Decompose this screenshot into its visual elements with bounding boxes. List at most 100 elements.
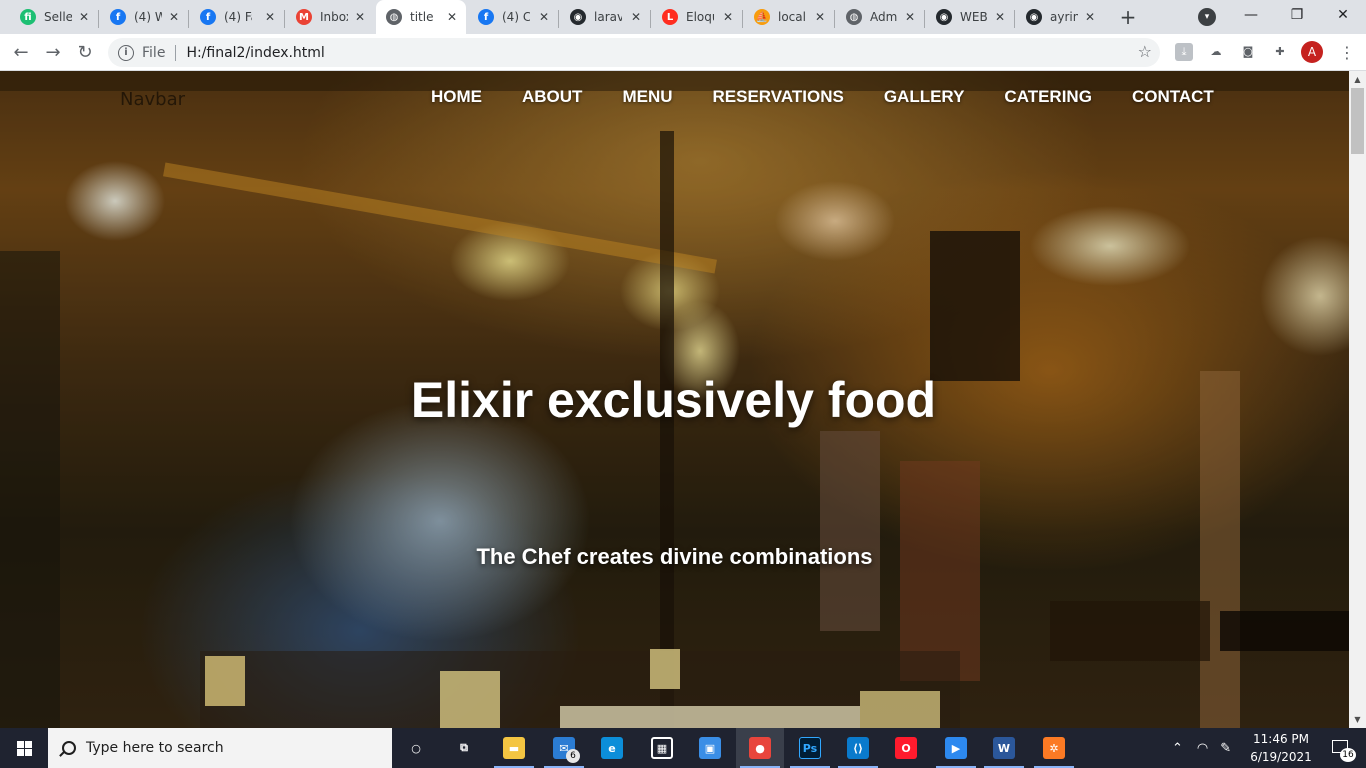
- close-window-button[interactable]: ✕: [1320, 0, 1366, 30]
- close-tab-icon[interactable]: ✕: [812, 9, 828, 25]
- close-tab-icon[interactable]: ✕: [352, 9, 368, 25]
- tab-title: (4) Fa: [224, 10, 252, 24]
- mail-icon[interactable]: ✉ 6: [540, 728, 588, 768]
- opera-icon[interactable]: O: [882, 728, 930, 768]
- facebook-icon: f: [110, 9, 126, 25]
- browser-tab[interactable]: L Eloqu ✕: [652, 3, 742, 31]
- tab-separator: [284, 10, 285, 28]
- close-tab-icon[interactable]: ✕: [444, 9, 460, 25]
- chrome-icon[interactable]: ●: [736, 728, 784, 768]
- menu-kebab-icon[interactable]: ⋮: [1337, 39, 1357, 67]
- url-text[interactable]: H:/final2/index.html: [186, 45, 324, 61]
- remote-desktop-icon[interactable]: ▣: [686, 728, 734, 768]
- nav-link-about[interactable]: ABOUT: [522, 87, 582, 107]
- browser-tab[interactable]: ◍ title ✕: [376, 0, 466, 34]
- windows-logo-icon: [16, 740, 32, 756]
- hero-title: Elixir exclusively food: [0, 371, 1349, 429]
- facebook-icon: f: [200, 9, 216, 25]
- facebook-icon: f: [478, 9, 494, 25]
- tab-title: Eloqu: [686, 10, 714, 24]
- browser-tab[interactable]: f (4) Fa ✕: [190, 3, 284, 31]
- close-tab-icon[interactable]: ✕: [262, 9, 278, 25]
- photoshop-icon[interactable]: Ps: [786, 728, 834, 768]
- restore-button[interactable]: ❐: [1274, 0, 1320, 30]
- store-icon[interactable]: ▦: [638, 728, 686, 768]
- back-arrow-icon[interactable]: ←: [7, 39, 35, 67]
- browser-tab[interactable]: f (4) W ✕: [100, 3, 188, 31]
- browser-tab-strip: + ▾ — ❐ ✕ fi Seller ✕ f (4) W ✕ f (4) Fa ✕ M Inbox…: [0, 0, 1366, 34]
- globe-icon: ◍: [846, 9, 862, 25]
- address-bar[interactable]: i File H:/final2/index.html ☆: [108, 38, 1160, 67]
- scroll-thumb[interactable]: [1351, 88, 1364, 154]
- cloud-extension-icon[interactable]: ☁: [1207, 43, 1225, 61]
- page-scrollbar[interactable]: ▲ ▼: [1349, 71, 1366, 728]
- taskbar-search[interactable]: Type here to search: [48, 728, 392, 768]
- nav-link-menu[interactable]: MENU: [622, 87, 672, 107]
- phpmyadmin-icon: ⛵: [754, 9, 770, 25]
- minimize-button[interactable]: —: [1228, 0, 1274, 30]
- close-tab-icon[interactable]: ✕: [166, 9, 182, 25]
- vscode-icon[interactable]: ⟨⟩: [834, 728, 882, 768]
- laravel-icon: L: [662, 9, 678, 25]
- close-tab-icon[interactable]: ✕: [628, 9, 644, 25]
- browser-tab[interactable]: ◉ larave ✕: [560, 3, 650, 31]
- close-tab-icon[interactable]: ✕: [76, 9, 92, 25]
- browser-tab[interactable]: ⛵ localh ✕: [744, 3, 834, 31]
- xampp-icon[interactable]: ✲: [1030, 728, 1078, 768]
- scroll-up-icon[interactable]: ▲: [1349, 71, 1366, 88]
- browser-tab[interactable]: M Inbox ✕: [286, 3, 374, 31]
- bookmark-star-icon[interactable]: ☆: [1138, 42, 1152, 61]
- browser-tab[interactable]: ◉ WEB ✕: [926, 3, 1014, 31]
- file-explorer-icon[interactable]: ▬: [490, 728, 538, 768]
- tab-separator: [742, 10, 743, 28]
- info-icon[interactable]: i: [118, 44, 134, 61]
- nav-link-catering[interactable]: CATERING: [1004, 87, 1092, 107]
- nav-link-contact[interactable]: CONTACT: [1132, 87, 1214, 107]
- media-player-icon[interactable]: ▶: [932, 728, 980, 768]
- browser-tab[interactable]: f (4) Cl ✕: [468, 3, 558, 31]
- forward-arrow-icon[interactable]: →: [39, 39, 67, 67]
- edge-icon[interactable]: e: [588, 728, 636, 768]
- photoshop-glyph: Ps: [799, 737, 821, 759]
- tab-search-icon[interactable]: ▾: [1198, 8, 1216, 26]
- profile-avatar[interactable]: A: [1301, 41, 1323, 63]
- close-tab-icon[interactable]: ✕: [720, 9, 736, 25]
- tab-separator: [98, 10, 99, 28]
- pdf-extension-icon[interactable]: ⤓: [1175, 43, 1193, 61]
- camera-extension-icon[interactable]: ◙: [1239, 43, 1257, 61]
- task-view-icon[interactable]: ⧉: [440, 728, 488, 768]
- tab-separator: [1014, 10, 1015, 28]
- navbar-brand[interactable]: Navbar: [120, 89, 185, 110]
- nav-link-gallery[interactable]: GALLERY: [884, 87, 965, 107]
- extensions-puzzle-icon[interactable]: ✚: [1271, 43, 1289, 61]
- reload-icon[interactable]: ↻: [71, 39, 99, 67]
- tray-chevron-icon[interactable]: ⌃: [1172, 741, 1183, 756]
- tab-separator: [188, 10, 189, 28]
- new-tab-button[interactable]: +: [1116, 6, 1140, 30]
- system-tray: ⌃ ◠ ✎: [1172, 728, 1231, 768]
- tab-title: Adm: [870, 10, 898, 24]
- tab-title: Inbox: [320, 10, 348, 24]
- taskbar-clock[interactable]: 11:46 PM 6/19/2021: [1250, 730, 1312, 766]
- cortana-icon[interactable]: ○: [392, 728, 440, 768]
- browser-tab[interactable]: fi Seller ✕: [10, 3, 98, 31]
- close-tab-icon[interactable]: ✕: [992, 9, 1008, 25]
- close-tab-icon[interactable]: ✕: [902, 9, 918, 25]
- browser-tab[interactable]: ◉ ayrin ✕: [1016, 3, 1104, 31]
- close-tab-icon[interactable]: ✕: [536, 9, 552, 25]
- nav-link-home[interactable]: HOME: [431, 87, 482, 107]
- word-icon[interactable]: W: [980, 728, 1028, 768]
- edge-glyph: e: [601, 737, 623, 759]
- browser-tab[interactable]: ◍ Adm ✕: [836, 3, 924, 31]
- pen-icon[interactable]: ✎: [1220, 741, 1231, 756]
- close-tab-icon[interactable]: ✕: [1082, 9, 1098, 25]
- scroll-down-icon[interactable]: ▼: [1349, 711, 1366, 728]
- start-button[interactable]: [0, 728, 48, 768]
- file-explorer-glyph: ▬: [503, 737, 525, 759]
- clock-date: 6/19/2021: [1250, 750, 1312, 764]
- page-viewport: Navbar HOME ABOUT MENU RESERVATIONS GALLERY C…: [0, 71, 1349, 728]
- nav-link-reservations[interactable]: RESERVATIONS: [713, 87, 844, 107]
- search-icon: [62, 741, 76, 755]
- wifi-icon[interactable]: ◠: [1197, 741, 1208, 756]
- notification-center-icon[interactable]: 16: [1320, 728, 1360, 768]
